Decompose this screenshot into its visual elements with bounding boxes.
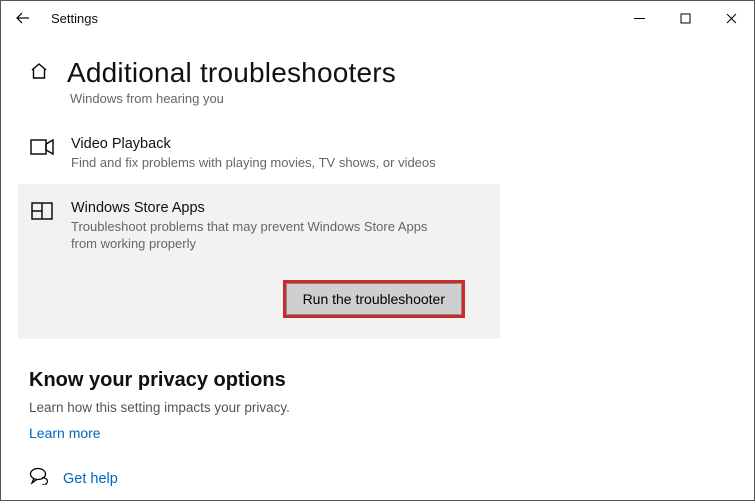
window-title: Settings (51, 11, 98, 26)
item-title: Video Playback (71, 136, 730, 152)
troubleshooter-item-video[interactable]: Video Playback Find and fix problems wit… (1, 124, 754, 184)
titlebar: Settings (1, 1, 754, 35)
window-app-icon (31, 202, 53, 220)
help-chat-icon (29, 467, 49, 490)
arrow-left-icon (15, 10, 31, 26)
privacy-heading: Know your privacy options (29, 369, 754, 392)
learn-more-link[interactable]: Learn more (29, 425, 101, 441)
item-title: Windows Store Apps (71, 200, 476, 216)
close-icon (726, 13, 737, 24)
home-icon[interactable] (29, 61, 49, 86)
maximize-button[interactable] (662, 1, 708, 35)
run-troubleshooter-button[interactable]: Run the troubleshooter (286, 283, 462, 315)
page-heading-row: Additional troubleshooters (1, 35, 754, 89)
window-controls (616, 1, 754, 35)
privacy-desc: Learn how this setting impacts your priv… (29, 400, 754, 415)
video-camera-icon (30, 138, 54, 156)
close-button[interactable] (708, 1, 754, 35)
troubleshooter-item-store[interactable]: Windows Store Apps Troubleshoot problems… (18, 184, 500, 339)
minimize-icon (634, 13, 645, 24)
page-subtext: Windows from hearing you (1, 89, 754, 106)
get-help-link[interactable]: Get help (63, 471, 118, 487)
maximize-icon (680, 13, 691, 24)
page-title: Additional troubleshooters (67, 57, 396, 89)
back-button[interactable] (1, 1, 45, 35)
minimize-button[interactable] (616, 1, 662, 35)
item-desc: Troubleshoot problems that may prevent W… (71, 218, 451, 253)
content-area: Additional troubleshooters Windows from … (1, 35, 754, 443)
get-help-row: Get help (29, 467, 118, 490)
privacy-section: Know your privacy options Learn how this… (1, 339, 754, 443)
item-desc: Find and fix problems with playing movie… (71, 154, 451, 172)
